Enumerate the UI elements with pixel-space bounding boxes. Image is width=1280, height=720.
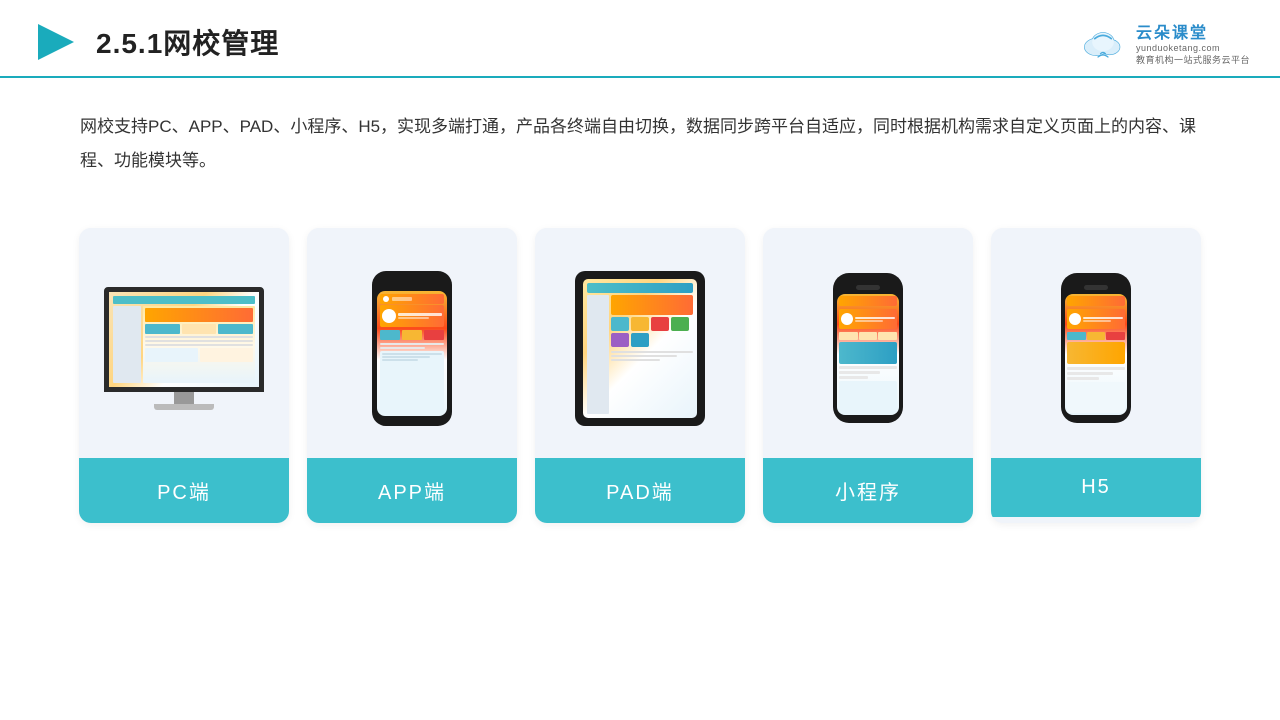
play-icon <box>30 18 78 66</box>
logo-tagline: 教育机构一站式服务云平台 <box>1136 53 1250 66</box>
phone-mock-app <box>372 271 452 426</box>
phone-outer-h5 <box>1061 273 1131 423</box>
tablet-outer <box>575 271 705 426</box>
card-label-pad: PAD端 <box>535 458 745 523</box>
pc-mock <box>104 287 264 410</box>
card-image-area-app <box>307 228 517 458</box>
card-mini: 小程序 <box>763 228 973 523</box>
card-image-area-pc <box>79 228 289 458</box>
cloud-logo-icon <box>1078 23 1128 61</box>
page-title: 2.5.1网校管理 <box>96 22 279 62</box>
phone-mock-mini <box>833 273 903 423</box>
phone-screen-h5 <box>1065 294 1127 415</box>
card-h5: H5 <box>991 228 1201 523</box>
logo-name: 云朵课堂 <box>1136 19 1208 43</box>
description-text: 网校支持PC、APP、PAD、小程序、H5，实现多端打通，产品各终端自由切换，数… <box>0 78 1280 198</box>
card-pad: PAD端 <box>535 228 745 523</box>
card-image-area-mini <box>763 228 973 458</box>
phone-mock-h5 <box>1061 273 1131 423</box>
phone-outer-mini <box>833 273 903 423</box>
card-pc: PC端 <box>79 228 289 523</box>
tablet-mock <box>575 271 705 426</box>
card-app: APP端 <box>307 228 517 523</box>
phone-screen-app <box>377 291 447 416</box>
phone-outer-app <box>372 271 452 426</box>
pc-screen <box>104 287 264 392</box>
header: 2.5.1网校管理 云朵课堂 yunduoketang.com 教育机构一站式服… <box>0 0 1280 78</box>
logo-sub: yunduoketang.com <box>1136 43 1220 53</box>
header-left: 2.5.1网校管理 <box>30 18 279 66</box>
card-image-area-h5 <box>991 228 1201 458</box>
logo-text: 云朵课堂 yunduoketang.com 教育机构一站式服务云平台 <box>1136 19 1250 66</box>
card-label-pc: PC端 <box>79 458 289 523</box>
card-label-h5: H5 <box>991 458 1201 517</box>
card-image-area-pad <box>535 228 745 458</box>
cards-area: PC端 <box>0 208 1280 553</box>
tablet-screen <box>583 279 697 418</box>
logo-area: 云朵课堂 yunduoketang.com 教育机构一站式服务云平台 <box>1078 19 1250 66</box>
phone-screen-mini <box>837 294 899 415</box>
card-label-mini: 小程序 <box>763 458 973 523</box>
card-label-app: APP端 <box>307 458 517 523</box>
